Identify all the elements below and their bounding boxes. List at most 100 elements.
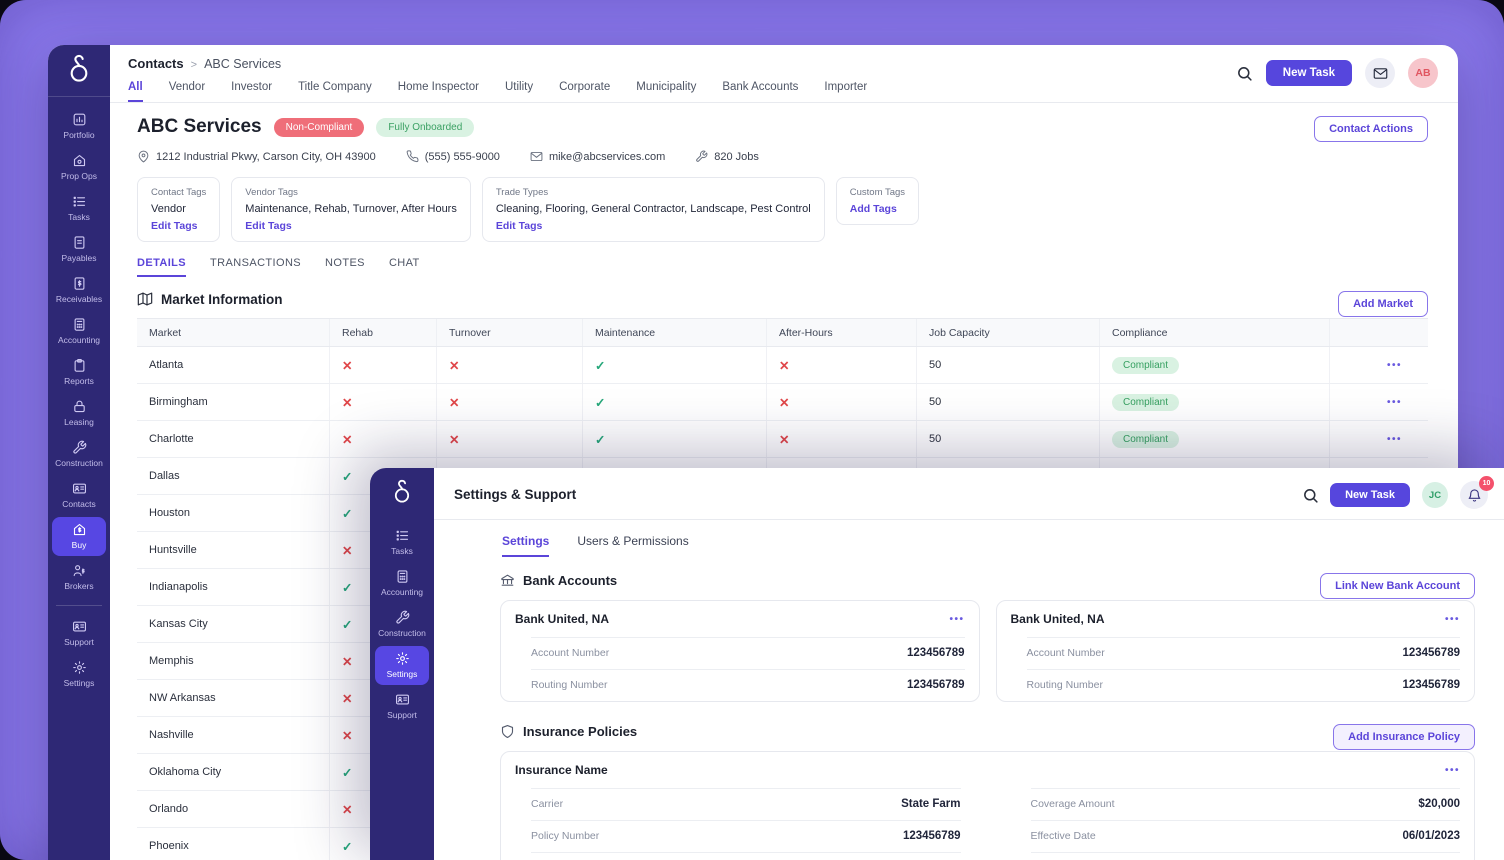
settings-icon <box>72 660 87 675</box>
column-header-after-hours: After-Hours <box>767 319 917 346</box>
new-task-button[interactable]: New Task <box>1266 60 1352 86</box>
sidebar-item-construction[interactable]: Construction <box>375 605 429 644</box>
sidebar-item-prop-ops[interactable]: Prop Ops <box>52 148 106 187</box>
job-capacity-cell: 50 <box>917 347 1100 383</box>
search-icon[interactable] <box>1302 487 1318 503</box>
tag-card-action-link[interactable]: Edit Tags <box>151 220 206 232</box>
bank-name: Bank United, NA <box>515 612 609 626</box>
table-cell: ✕ <box>767 421 917 457</box>
sidebar-item-payables[interactable]: Payables <box>52 230 106 269</box>
tag-card-value: Vendor <box>151 203 206 215</box>
sidebar-item-accounting[interactable]: Accounting <box>52 312 106 351</box>
tab-corporate[interactable]: Corporate <box>559 81 610 102</box>
market-cell: Atlanta <box>137 347 330 383</box>
tab-municipality[interactable]: Municipality <box>636 81 696 102</box>
tab-importer[interactable]: Importer <box>824 81 867 102</box>
more-menu-icon[interactable]: ••• <box>949 614 964 625</box>
bank-section-title: Bank Accounts <box>523 573 617 588</box>
contact-type-tabs: All Vendor Investor Title Company Home Inspe… <box>128 81 867 102</box>
field-value: 06/01/2023 <box>1402 830 1460 842</box>
shield-icon <box>500 724 515 739</box>
tab-users-permissions[interactable]: Users & Permissions <box>577 534 688 557</box>
tab-vendor[interactable]: Vendor <box>169 81 205 102</box>
tab-transactions[interactable]: TRANSACTIONS <box>210 257 301 277</box>
breadcrumb-root[interactable]: Contacts <box>128 56 184 71</box>
sidebar-item-construction[interactable]: Construction <box>52 435 106 474</box>
wrench-icon <box>695 150 708 163</box>
insurance-col-right: Coverage Amount$20,000Effective Date06/0… <box>1001 788 1475 860</box>
tab-home-inspector[interactable]: Home Inspector <box>398 81 479 102</box>
add-market-button[interactable]: Add Market <box>1338 291 1428 317</box>
more-menu-icon[interactable]: ••• <box>1445 614 1460 625</box>
sidebar-item-tasks[interactable]: Tasks <box>375 523 429 562</box>
table-row[interactable]: Atlanta✕✕✓✕50Compliant••• <box>137 347 1428 384</box>
sidebar-item-portfolio[interactable]: Portfolio <box>52 107 106 146</box>
app-logo[interactable] <box>370 468 434 518</box>
sidebar-item-settings[interactable]: Settings <box>375 646 429 685</box>
more-menu-icon[interactable]: ••• <box>1330 421 1428 457</box>
table-row[interactable]: Charlotte✕✕✓✕50Compliant••• <box>137 421 1428 458</box>
tab-utility[interactable]: Utility <box>505 81 533 102</box>
main-sidebar: PortfolioProp OpsTasksPayablesReceivable… <box>48 45 110 860</box>
notifications-button[interactable]: 10 <box>1460 481 1488 509</box>
tab-chat[interactable]: CHAT <box>389 257 420 277</box>
sidebar-item-label: Buy <box>72 540 87 550</box>
tag-card-custom-tags: Custom TagsAdd Tags <box>836 177 919 225</box>
tab-details[interactable]: DETAILS <box>137 257 186 277</box>
sidebar-item-support[interactable]: Support <box>375 687 429 726</box>
contact-actions-button[interactable]: Contact Actions <box>1314 116 1428 142</box>
link-new-bank-account-button[interactable]: Link New Bank Account <box>1320 573 1475 599</box>
avatar[interactable]: AB <box>1408 58 1438 88</box>
more-menu-icon[interactable]: ••• <box>1445 765 1460 776</box>
sidebar-item-label: Brokers <box>64 581 93 591</box>
tag-card-action-link[interactable]: Add Tags <box>850 203 905 215</box>
sidebar-item-tasks[interactable]: Tasks <box>52 189 106 228</box>
check-icon: ✓ <box>595 395 605 410</box>
check-icon: ✓ <box>342 580 352 595</box>
insurance-name: Insurance Name <box>515 763 608 777</box>
status-badge-onboarded: Fully Onboarded <box>376 118 474 137</box>
sidebar-item-reports[interactable]: Reports <box>52 353 106 392</box>
sidebar-item-brokers[interactable]: Brokers <box>52 558 106 597</box>
tag-card-contact-tags: Contact Tags Vendor Edit Tags <box>137 177 220 242</box>
tab-all[interactable]: All <box>128 81 143 102</box>
tab-investor[interactable]: Investor <box>231 81 272 102</box>
tab-settings[interactable]: Settings <box>502 534 549 557</box>
column-header-actions <box>1330 319 1428 346</box>
field-row: Routing Number123456789 <box>1027 669 1461 701</box>
sidebar-item-leasing[interactable]: Leasing <box>52 394 106 433</box>
mail-icon[interactable] <box>1365 58 1395 88</box>
tag-card-action-link[interactable]: Edit Tags <box>496 220 811 232</box>
tab-notes[interactable]: NOTES <box>325 257 365 277</box>
column-header-compliance: Compliance <box>1100 319 1330 346</box>
sidebar-item-label: Leasing <box>64 417 94 427</box>
add-insurance-policy-button[interactable]: Add Insurance Policy <box>1333 724 1475 750</box>
tab-title-company[interactable]: Title Company <box>298 81 372 102</box>
insurance-fields-grid: CarrierState FarmPolicy Number123456789 … <box>501 788 1474 860</box>
field-row: Account Number123456789 <box>531 637 965 669</box>
field-value: 123456789 <box>907 647 965 659</box>
more-menu-icon[interactable]: ••• <box>1330 384 1428 420</box>
sidebar-item-buy[interactable]: Buy <box>52 517 106 556</box>
bank-section-head: Bank Accounts Link New Bank Account <box>500 573 1475 588</box>
tab-bank-accounts[interactable]: Bank Accounts <box>722 81 798 102</box>
compliance-badge: Compliant <box>1112 431 1179 448</box>
new-task-button[interactable]: New Task <box>1330 483 1410 507</box>
check-icon: ✓ <box>595 432 605 447</box>
table-row[interactable]: Birmingham✕✕✓✕50Compliant••• <box>137 384 1428 421</box>
sidebar-item-support[interactable]: Support <box>52 614 106 653</box>
app-logo[interactable] <box>48 45 110 97</box>
sidebar-item-accounting[interactable]: Accounting <box>375 564 429 603</box>
search-icon[interactable] <box>1236 65 1253 82</box>
cross-icon: ✕ <box>342 654 352 669</box>
tag-card-action-link[interactable]: Edit Tags <box>245 220 457 232</box>
sidebar-item-receivables[interactable]: Receivables <box>52 271 106 310</box>
tag-card-trade-types: Trade TypesCleaning, Flooring, General C… <box>482 177 825 242</box>
more-menu-icon[interactable]: ••• <box>1330 347 1428 383</box>
sidebar-item-contacts[interactable]: Contacts <box>52 476 106 515</box>
tag-card-title: Contact Tags <box>151 187 206 198</box>
sidebar-item-settings[interactable]: Settings <box>52 655 106 694</box>
avatar[interactable]: JC <box>1422 482 1448 508</box>
cross-icon: ✕ <box>779 358 789 373</box>
construction-icon <box>395 610 410 625</box>
